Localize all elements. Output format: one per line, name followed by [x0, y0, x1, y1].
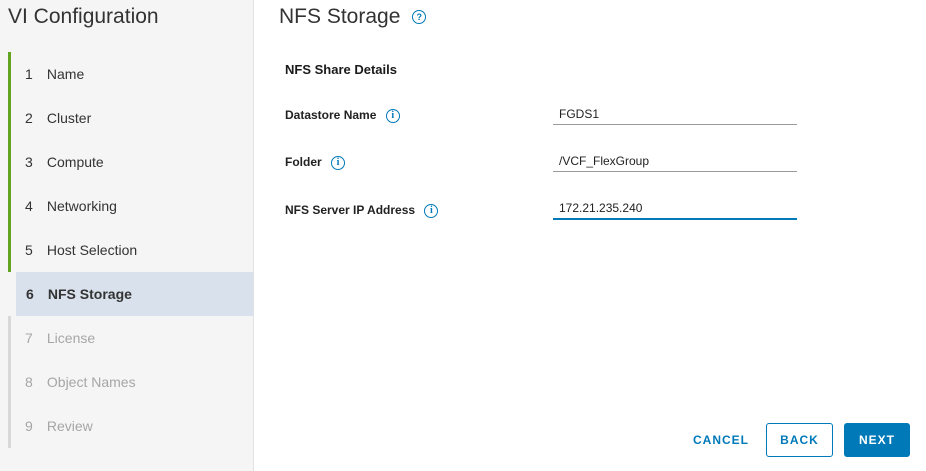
step-cluster[interactable]: 2 Cluster [8, 96, 253, 140]
step-number: 7 [25, 330, 33, 346]
cancel-button[interactable]: CANCEL [683, 423, 759, 457]
folder-label-text: Folder [285, 155, 322, 169]
step-label: NFS Storage [47, 286, 132, 302]
datastore-name-label-text: Datastore Name [285, 108, 377, 122]
step-label: Networking [46, 198, 117, 214]
step-label: Object Names [46, 374, 136, 390]
info-icon[interactable]: i [331, 155, 346, 170]
info-icon[interactable]: i [424, 203, 439, 218]
step-label: Host Selection [46, 242, 138, 258]
step-host-selection[interactable]: 5 Host Selection [8, 228, 253, 272]
step-object-names: 8 Object Names [8, 360, 253, 404]
step-label: License [46, 330, 96, 346]
nfs-server-ip-label-text: NFS Server IP Address [285, 203, 416, 217]
step-progress-rail [8, 316, 11, 360]
step-number: 9 [25, 418, 33, 434]
step-number: 4 [25, 198, 33, 214]
section-title: NFS Share Details [285, 62, 397, 77]
step-number: 3 [25, 154, 33, 170]
folder-input[interactable] [553, 150, 797, 172]
step-number: 1 [25, 66, 33, 82]
step-label: Cluster [46, 110, 92, 126]
page-title-text: NFS Storage [279, 5, 401, 28]
step-number: 6 [26, 286, 34, 302]
step-progress-rail [8, 96, 11, 140]
nfs-server-ip-label: NFS Server IP Address i [285, 203, 439, 218]
step-number: 8 [25, 374, 33, 390]
info-icon[interactable]: i [385, 108, 400, 123]
step-review: 9 Review [8, 404, 253, 448]
step-label: Compute [46, 154, 104, 170]
step-nfs-storage[interactable]: 6 NFS Storage [16, 272, 253, 316]
step-progress-rail [8, 228, 11, 272]
step-number: 5 [25, 242, 33, 258]
step-name[interactable]: 1 Name [8, 52, 253, 96]
wizard-title: VI Configuration [8, 5, 159, 28]
page-title: NFS Storage ? [279, 5, 427, 29]
datastore-name-label: Datastore Name i [285, 108, 400, 123]
wizard-steps: 1 Name 2 Cluster 3 Compute 4 Networking … [8, 52, 253, 448]
step-label: Name [46, 66, 85, 82]
step-progress-rail [8, 184, 11, 228]
step-progress-rail [8, 52, 11, 96]
next-button[interactable]: NEXT [844, 423, 910, 457]
step-license: 7 License [8, 316, 253, 360]
help-icon[interactable]: ? [412, 10, 427, 25]
back-button[interactable]: BACK [766, 423, 833, 457]
wizard-sidebar: VI Configuration 1 Name 2 Cluster 3 Comp… [0, 0, 254, 471]
nfs-server-ip-input[interactable] [553, 198, 797, 220]
step-networking[interactable]: 4 Networking [8, 184, 253, 228]
folder-label: Folder i [285, 155, 346, 170]
datastore-name-input[interactable] [553, 103, 797, 125]
step-progress-rail [8, 404, 11, 448]
step-progress-rail [8, 360, 11, 404]
step-progress-rail [8, 140, 11, 184]
step-compute[interactable]: 3 Compute [8, 140, 253, 184]
step-label: Review [46, 418, 93, 434]
step-number: 2 [25, 110, 33, 126]
